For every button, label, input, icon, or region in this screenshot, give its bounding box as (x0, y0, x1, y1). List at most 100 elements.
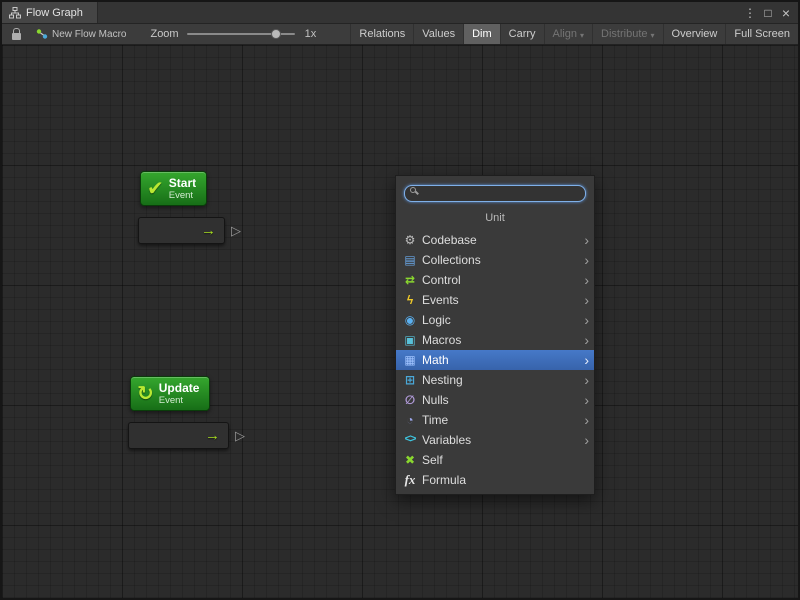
chevron-right-icon: › (584, 293, 589, 307)
flow-output-arrow-icon[interactable]: → (201, 223, 216, 238)
dim-button[interactable]: Dim (463, 24, 500, 44)
formula-icon: fx (402, 473, 418, 486)
clock-icon: ◔ (402, 414, 418, 426)
null-icon: ∅ (402, 394, 418, 406)
carry-button[interactable]: Carry (500, 24, 544, 44)
menu-item-label: Variables (422, 433, 471, 447)
menu-item-macros[interactable]: ▣ Macros › (396, 330, 594, 350)
start-node-titles: Start Event (169, 176, 196, 201)
chevron-right-icon: › (584, 253, 589, 267)
align-button[interactable]: Align▾ (544, 24, 592, 44)
macros-icon: ▣ (402, 334, 418, 346)
menu-item-nesting[interactable]: ⊞ Nesting › (396, 370, 594, 390)
zoom-value: 1x (305, 28, 317, 40)
control-icon: ⇄ (402, 274, 418, 286)
start-node-header[interactable]: ✔ Start Event (140, 171, 207, 206)
gear-icon: ⚙ (402, 234, 418, 246)
search-icon (410, 187, 416, 193)
chevron-right-icon: › (584, 433, 589, 447)
caret-down-icon: ▾ (651, 31, 655, 40)
flow-graph-window: Flow Graph ⋮ □ × New Flow Macro Zoom (0, 0, 800, 600)
menu-item-label: Self (422, 453, 443, 467)
lock-icon (12, 33, 21, 40)
menu-item-label: Codebase (422, 233, 477, 247)
update-event-node[interactable]: ↻ Update Event → ▷ (130, 376, 210, 411)
menu-item-label: Collections (422, 253, 481, 267)
close-button[interactable]: × (778, 5, 794, 21)
toolbar-right-group: Relations Values Dim Carry Align▾ Distri… (350, 24, 798, 44)
menu-item-events[interactable]: ϟ Events › (396, 290, 594, 310)
flow-macro-icon (36, 28, 48, 40)
math-icon: ▦ (402, 354, 418, 366)
graph-canvas[interactable]: ✔ Start Event → ▷ ↻ Update Event → (2, 45, 798, 598)
menu-item-label: Control (422, 273, 461, 287)
menu-item-label: Macros (422, 333, 461, 347)
loop-icon: ↻ (137, 384, 154, 404)
tab-title: Flow Graph (26, 7, 83, 19)
tab-flow-graph[interactable]: Flow Graph (2, 2, 98, 23)
menu-item-control[interactable]: ⇄ Control › (396, 270, 594, 290)
menu-header: Unit (396, 206, 594, 230)
macro-breadcrumb-button[interactable]: New Flow Macro (32, 28, 130, 40)
update-node-titles: Update Event (159, 381, 200, 406)
menu-item-label: Events (422, 293, 459, 307)
title-bar: Flow Graph ⋮ □ × (2, 2, 798, 24)
chevron-right-icon: › (584, 233, 589, 247)
self-icon: ✖ (402, 454, 418, 466)
distribute-button[interactable]: Distribute▾ (592, 24, 662, 44)
node-title: Start (169, 176, 196, 190)
menu-item-label: Math (422, 353, 449, 367)
menu-item-label: Time (422, 413, 448, 427)
graph-toolbar: New Flow Macro Zoom 1x Relations Values … (2, 24, 798, 45)
menu-item-label: Logic (422, 313, 451, 327)
node-subtitle: Event (159, 395, 183, 406)
menu-item-nulls[interactable]: ∅ Nulls › (396, 390, 594, 410)
chevron-right-icon: › (584, 273, 589, 287)
relations-button[interactable]: Relations (350, 24, 413, 44)
start-node-port-strip[interactable]: → (138, 217, 225, 244)
update-node-header[interactable]: ↻ Update Event (130, 376, 210, 411)
chevron-right-icon: › (584, 333, 589, 347)
full-screen-button[interactable]: Full Screen (725, 24, 798, 44)
nesting-icon: ⊞ (402, 374, 418, 386)
menu-item-label: Nesting (422, 373, 463, 387)
variables-icon: <> (402, 434, 418, 445)
menu-item-formula[interactable]: fx Formula (396, 470, 594, 490)
lightning-icon: ϟ (402, 294, 418, 306)
chevron-right-icon: › (584, 353, 589, 367)
caret-down-icon: ▾ (580, 31, 584, 40)
macro-name: New Flow Macro (52, 29, 126, 40)
flow-port-icon[interactable]: ▷ (231, 224, 241, 237)
menu-item-label: Nulls (422, 393, 449, 407)
flow-output-arrow-icon[interactable]: → (205, 428, 220, 443)
menu-item-self[interactable]: ✖ Self (396, 450, 594, 470)
flow-graph-icon (9, 7, 21, 19)
logic-icon: ◉ (402, 314, 418, 326)
zoom-label: Zoom (150, 28, 178, 40)
menu-item-math[interactable]: ▦ Math › (396, 350, 594, 370)
check-icon: ✔ (147, 179, 164, 199)
menu-item-codebase[interactable]: ⚙ Codebase › (396, 230, 594, 250)
flow-port-icon[interactable]: ▷ (235, 429, 245, 442)
zoom-slider[interactable] (187, 27, 295, 41)
lock-button[interactable] (8, 24, 24, 44)
overview-button[interactable]: Overview (663, 24, 726, 44)
update-node-port-strip[interactable]: → (128, 422, 229, 449)
values-button[interactable]: Values (413, 24, 463, 44)
menu-item-logic[interactable]: ◉ Logic › (396, 310, 594, 330)
window-controls: ⋮ □ × (742, 2, 798, 23)
start-event-node[interactable]: ✔ Start Event → ▷ (140, 171, 207, 206)
chevron-right-icon: › (584, 393, 589, 407)
fuzzy-finder-menu: Unit ⚙ Codebase › ▤ Collections › ⇄ Cont… (395, 175, 595, 495)
maximize-button[interactable]: □ (760, 5, 776, 21)
search-field-wrap (396, 176, 594, 206)
chevron-right-icon: › (584, 413, 589, 427)
unit-search-input[interactable] (404, 185, 586, 202)
node-title: Update (159, 381, 200, 395)
menu-item-collections[interactable]: ▤ Collections › (396, 250, 594, 270)
menu-item-time[interactable]: ◔ Time › (396, 410, 594, 430)
window-menu-button[interactable]: ⋮ (742, 5, 758, 21)
zoom-slider-handle[interactable] (271, 29, 281, 39)
menu-item-label: Formula (422, 473, 466, 487)
menu-item-variables[interactable]: <> Variables › (396, 430, 594, 450)
